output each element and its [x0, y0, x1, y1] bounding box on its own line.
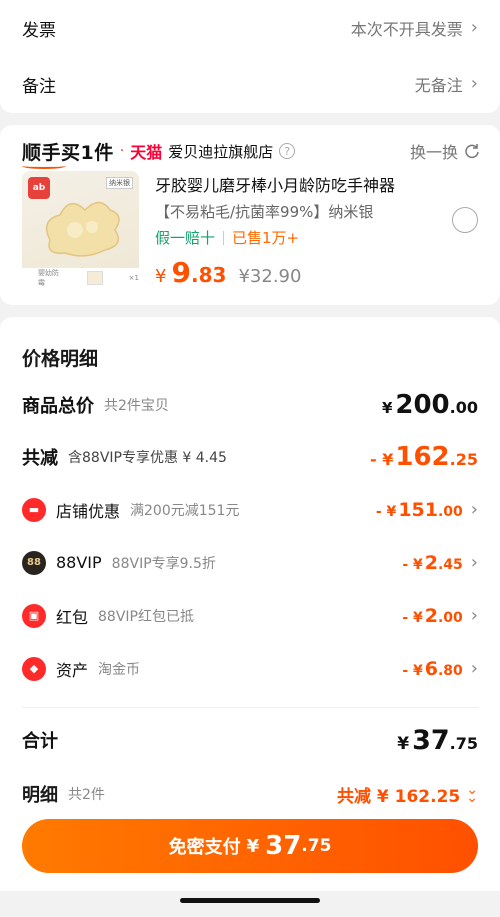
- goods-total-row: 商品总价 共2件宝贝 ¥200.00: [0, 379, 500, 431]
- pay-button[interactable]: 免密支付 ¥ 37 .75: [22, 819, 478, 873]
- grand-total-row: 合计 ¥37.75: [0, 708, 500, 772]
- pay-button-label: 免密支付: [168, 837, 241, 858]
- discount-sub: 淘金币: [98, 661, 141, 678]
- select-radio[interactable]: [452, 207, 478, 233]
- grand-total-amount: ¥37.75: [397, 724, 478, 756]
- discount-sub: 满200元减151元: [130, 502, 240, 519]
- reduction-label: 共减: [22, 448, 58, 469]
- pay-amount-int: 37: [265, 831, 302, 861]
- refresh-icon: [465, 144, 479, 159]
- product-price: ¥ 9.83 ¥32.90: [155, 256, 302, 289]
- price-detail-title: 价格明细: [22, 348, 99, 370]
- invoice-label: 发票: [22, 20, 56, 41]
- discount-row-store[interactable]: ▬ 店铺优惠 满200元减151元 - ¥151.00 ›: [0, 483, 500, 536]
- breakdown-label: 明细: [22, 785, 58, 806]
- product-features: 【不易粘毛/抗菌率99%】纳米银: [155, 203, 374, 221]
- discount-label: 红包: [56, 607, 89, 627]
- swap-button[interactable]: 换一换: [410, 139, 480, 163]
- breakdown-count: 共2件: [68, 787, 105, 803]
- breakdown-row[interactable]: 明细 共2件 共减 ¥ 162.25 ⌄ ⌄: [0, 772, 500, 816]
- discount-amount: - ¥151.00: [375, 498, 463, 521]
- discount-amount: - ¥6.80: [402, 657, 463, 680]
- promo-title: 顺手买1件: [22, 138, 114, 169]
- invoice-value: 本次不开具发票: [350, 20, 463, 39]
- store-name[interactable]: 爱贝迪拉旗舰店: [168, 141, 273, 162]
- pay-amount-dec: .75: [301, 836, 332, 856]
- goods-total-label: 商品总价: [22, 396, 94, 417]
- divider: [223, 230, 225, 245]
- price-detail-card: 价格明细 商品总价 共2件宝贝 ¥200.00 共减 含88VIP专享优惠 ¥ …: [0, 317, 500, 891]
- chevron-right-icon: ›: [470, 17, 478, 38]
- promo-product[interactable]: ab 纳米银 婴幼防霉 ×1 牙胶婴儿磨牙棒小月龄防吃手神器 【不易粘毛/抗菌率…: [0, 165, 500, 289]
- chevron-right-icon: ›: [470, 73, 478, 94]
- discount-amount: - ¥2.00: [402, 604, 463, 627]
- tmall-logo: 天猫: [130, 143, 163, 162]
- grand-total-label: 合计: [22, 731, 58, 752]
- thumb-mini-count: ×1: [128, 274, 139, 282]
- discount-label: 88VIP: [56, 553, 102, 572]
- chevron-right-icon: ›: [470, 551, 478, 573]
- remark-value: 无备注: [414, 76, 463, 95]
- sold-count: 已售1万+: [232, 229, 300, 247]
- discount-sub: 88VIP红包已抵: [98, 608, 194, 625]
- original-price: ¥32.90: [238, 266, 302, 287]
- discount-sub: 88VIP专享9.5折: [111, 555, 216, 572]
- store-coupon-icon: ▬: [22, 497, 46, 522]
- reduction-sub: 含88VIP专享优惠 ¥ 4.45: [68, 450, 227, 466]
- swap-label: 换一换: [409, 143, 458, 162]
- product-name: 牙胶婴儿磨牙棒小月龄防吃手神器: [155, 176, 396, 195]
- goods-total-sub: 共2件宝贝: [104, 398, 169, 414]
- breakdown-summary: 共减 ¥ 162.25: [336, 786, 461, 807]
- discount-label: 资产: [56, 660, 89, 680]
- discount-amount: - ¥2.45: [402, 551, 463, 574]
- discount-label: 店铺优惠: [56, 501, 121, 521]
- chevron-right-icon: ›: [470, 657, 478, 679]
- total-reduction-row: 共减 含88VIP专享优惠 ¥ 4.45 - ¥162.25: [0, 431, 500, 483]
- chevron-right-icon: ›: [470, 604, 478, 626]
- add-on-promo-card: 顺手买1件 · 天猫 爱贝迪拉旗舰店 ? 换一换 ab 纳米银 婴幼防霉 ×1 …: [0, 125, 500, 305]
- teether-image: [45, 201, 120, 257]
- mini-thumb: [87, 271, 103, 285]
- help-icon[interactable]: ?: [279, 143, 296, 159]
- discount-row-red-packet[interactable]: ▣ 红包 88VIP红包已抵 - ¥2.00 ›: [0, 589, 500, 642]
- remark-row[interactable]: 备注 无备注 ›: [0, 56, 500, 112]
- order-options-card: 发票 本次不开具发票 › 备注 无备注 ›: [0, 0, 500, 113]
- pay-currency: ¥: [246, 835, 260, 857]
- remark-label: 备注: [22, 76, 56, 97]
- chevron-right-icon: ›: [470, 498, 478, 520]
- goods-total-amount: ¥200.00: [381, 390, 478, 420]
- discount-row-asset[interactable]: ◆ 资产 淘金币 - ¥6.80 ›: [0, 642, 500, 695]
- red-packet-icon: ▣: [22, 603, 46, 628]
- guarantee-badge: 假一赔十: [155, 229, 216, 247]
- separator-dot: ·: [119, 143, 125, 159]
- discount-row-88vip[interactable]: 88 88VIP 88VIP专享9.5折 - ¥2.45 ›: [0, 536, 500, 589]
- thumb-caption: 婴幼防霉: [38, 269, 59, 287]
- double-chevron-down-icon[interactable]: ⌄ ⌄: [466, 782, 478, 805]
- invoice-row[interactable]: 发票 本次不开具发票 ›: [0, 0, 500, 56]
- reduction-amount: - ¥162.25: [370, 442, 478, 472]
- home-indicator[interactable]: [180, 898, 320, 903]
- asset-coin-icon: ◆: [22, 656, 46, 681]
- vip88-icon: 88: [22, 550, 46, 575]
- product-image[interactable]: ab 纳米银 婴幼防霉 ×1: [22, 171, 139, 288]
